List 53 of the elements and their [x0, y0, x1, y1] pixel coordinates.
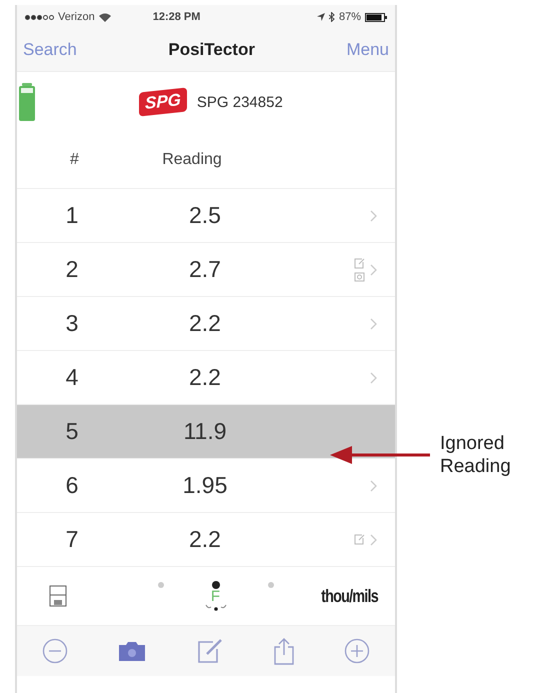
- chevron-icon: [370, 534, 377, 546]
- brand-logo: SPG: [139, 87, 187, 117]
- reading-value: 11.9: [182, 418, 228, 445]
- minus-icon[interactable]: [42, 638, 68, 664]
- battery-icon: [365, 12, 387, 22]
- chevron-icon: [370, 480, 377, 492]
- page-dot[interactable]: [158, 582, 164, 588]
- chevron-icon: [370, 264, 377, 276]
- signal-icon: [25, 14, 54, 20]
- device-name: SPG 234852: [196, 94, 283, 110]
- reading-number: 1: [64, 202, 80, 229]
- column-header: #: [69, 151, 80, 169]
- reading-row[interactable]: 7 2.2: [17, 513, 395, 567]
- probe-letter: F: [210, 589, 220, 604]
- share-icon[interactable]: [272, 637, 295, 665]
- location-icon: [316, 13, 325, 21]
- reading-number: 4: [64, 364, 80, 391]
- page-dot[interactable]: [268, 582, 274, 588]
- reading-value: 2.2: [188, 310, 222, 337]
- app-title: PosiTector: [168, 40, 255, 60]
- probe-wave-icon: [204, 604, 226, 611]
- reading-number: 3: [64, 310, 80, 337]
- chevron-icon: [370, 372, 377, 384]
- bluetooth-icon: [328, 12, 335, 22]
- wifi-icon: [98, 12, 111, 22]
- edit-icon[interactable]: [196, 638, 223, 664]
- battery-level-icon: [19, 83, 35, 121]
- page-dot[interactable]: [212, 581, 220, 589]
- battery-percent: 87%: [338, 11, 361, 23]
- plus-icon[interactable]: [344, 638, 370, 664]
- reading-value: 2.5: [188, 202, 222, 229]
- reading-row[interactable]: 5 11.9: [17, 405, 395, 459]
- reading-value: 2.2: [188, 364, 222, 391]
- camera-icon[interactable]: [117, 640, 148, 662]
- reading-number: 5: [64, 418, 80, 445]
- chevron-icon: [370, 210, 377, 222]
- carrier-name: Verizon: [58, 11, 95, 23]
- reading-row[interactable]: 1 2.5: [17, 189, 395, 243]
- reading-value: 1.95: [182, 472, 228, 499]
- save-icon[interactable]: [49, 585, 67, 607]
- chevron-icon: [370, 318, 377, 330]
- reading-number: 7: [64, 526, 80, 553]
- reading-row[interactable]: 6 1.95: [17, 459, 395, 513]
- reading-value: 2.7: [188, 256, 222, 283]
- status-time: 12:28 PM: [152, 11, 202, 23]
- reading-number: 6: [64, 472, 80, 499]
- reading-row[interactable]: 2 2.7: [17, 243, 395, 297]
- reading-number: 2: [64, 256, 80, 283]
- reading-value: 2.2: [188, 526, 222, 553]
- reading-row[interactable]: 3 2.2: [17, 297, 395, 351]
- column-header: Reading: [161, 151, 223, 169]
- annotation-label: Ignored Reading: [440, 432, 512, 478]
- units-toggle[interactable]: thou/mils: [321, 586, 378, 606]
